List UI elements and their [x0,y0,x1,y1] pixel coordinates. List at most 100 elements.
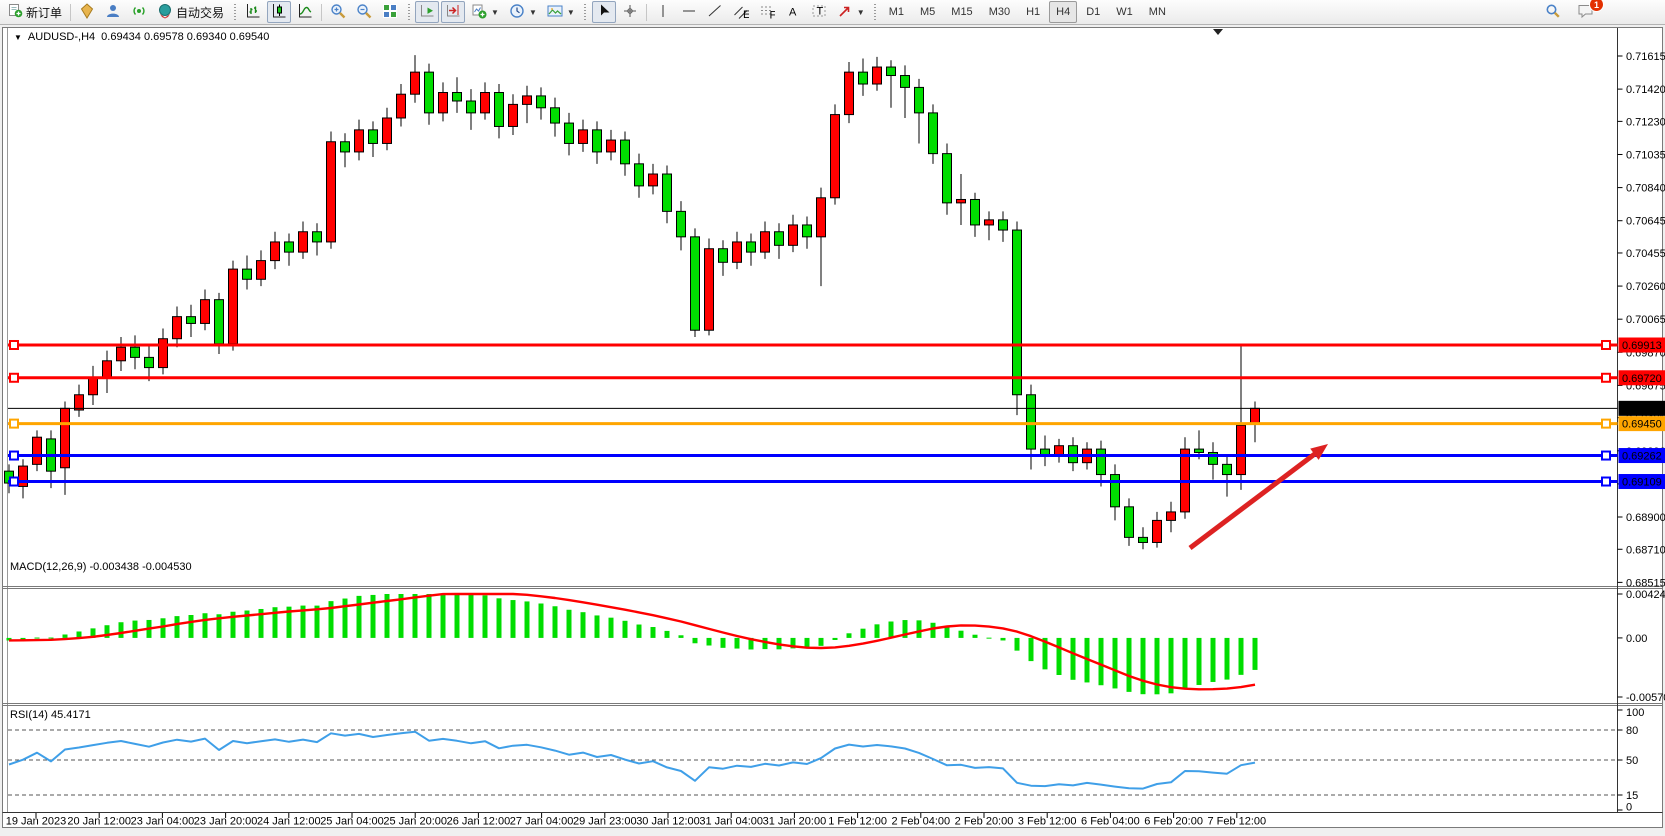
market-watch-button[interactable] [75,1,99,23]
arrows-tool-button[interactable]: ▼ [833,1,869,23]
price-label-text: 0.69913 [1622,340,1662,352]
candle [775,232,784,246]
price-label-text: 0.69109 [1622,477,1662,489]
macd-histogram-bar [49,638,54,639]
rsi-axis-label: 100 [1626,707,1644,719]
candle [523,96,532,104]
timeframe-button-m1[interactable]: M1 [882,1,911,23]
chart-shift-button[interactable] [441,1,465,23]
macd-histogram-bar [1113,638,1118,689]
price-tick-label: 0.71035 [1626,149,1665,161]
candle [355,130,364,152]
auto-scroll-button[interactable] [415,1,439,23]
macd-histogram-bar [987,638,992,639]
profile-icon [105,3,121,22]
cursor-tool-button[interactable] [592,1,616,23]
macd-histogram-bar [945,627,950,638]
macd-histogram-bar [1239,638,1244,675]
chart-title[interactable]: ▼ AUDUSD-,H4 0.69434 0.69578 0.69340 0.6… [14,31,269,43]
chat-button[interactable]: 1 [1573,1,1598,23]
line-handle [10,341,18,349]
new-chart-button[interactable]: ▼ [467,1,503,23]
candle [817,198,826,237]
channel-tool-button[interactable]: E [729,1,753,23]
vertical-line-tool-button[interactable] [651,1,675,23]
macd-histogram-bar [1197,638,1202,685]
line-handle [10,374,18,382]
timeframe-button-w1[interactable]: W1 [1109,1,1140,23]
crosshair-icon [622,3,638,22]
zoom-in-button[interactable] [326,1,350,23]
search-button[interactable] [1541,1,1565,23]
macd-histogram-bar [707,638,712,646]
candle [187,317,196,324]
channel-icon: E [733,3,749,22]
candle [943,154,952,203]
macd-histogram-bar [721,638,726,648]
macd-histogram-bar [539,604,544,638]
macd-histogram-bar [1029,638,1034,661]
chevron-down-icon: ▼ [491,8,499,17]
macd-histogram-bar [469,594,474,638]
zoom-out-button[interactable] [352,1,376,23]
toolbar-grip[interactable] [406,4,411,20]
chart-canvas[interactable]: 0.716150.714200.712300.710350.708400.706… [0,0,1665,836]
macd-histogram-bar [833,638,838,640]
candle [257,261,266,280]
toolbar-right-group: 1 [1540,1,1599,23]
timeframe-button-m5[interactable]: M5 [913,1,942,23]
time-tick-label: 30 Jan 12:00 [636,816,700,828]
toolbar-grip[interactable] [873,4,878,20]
timeframe-button-h1[interactable]: H1 [1019,1,1047,23]
time-tick-label: 23 Jan 20:00 [194,816,258,828]
macd-histogram-bar [175,616,180,638]
bar-chart-button[interactable] [241,1,265,23]
horizontal-line-tool-button[interactable] [677,1,701,23]
candlestick-chart-button[interactable] [267,1,291,23]
toolbar-grip[interactable] [232,4,237,20]
price-label-text: 0.69540 [1622,403,1662,415]
macd-histogram-bar [889,622,894,638]
toolbar-grip[interactable] [583,4,588,20]
fibonacci-tool-button[interactable]: F [755,1,779,23]
candle [341,142,350,152]
timeframe-button-mn[interactable]: MN [1142,1,1173,23]
candle [705,249,714,331]
trendline-tool-button[interactable] [703,1,727,23]
profile-button[interactable] [101,1,125,23]
fibonacci-icon: F [759,3,775,22]
time-tick-label: 23 Jan 04:00 [131,816,195,828]
candle [481,93,490,113]
macd-histogram-bar [1099,638,1104,685]
macd-histogram-bar [567,610,572,638]
timeframe-button-m15[interactable]: M15 [944,1,979,23]
text-tool-button[interactable]: A [781,1,805,23]
new-order-icon [8,3,23,21]
crosshair-tool-button[interactable] [618,1,642,23]
macd-histogram-bar [609,618,614,638]
macd-histogram-bar [455,594,460,638]
tile-windows-button[interactable] [378,1,402,23]
timeframe-button-h4[interactable]: H4 [1049,1,1077,23]
candle [677,211,686,236]
timeframe-button-m30[interactable]: M30 [982,1,1017,23]
timeframe-button-d1[interactable]: D1 [1079,1,1107,23]
period-menu-button[interactable]: ▼ [505,1,541,23]
candle [579,130,588,144]
macd-histogram-bar [581,612,586,638]
symbol-dropdown-icon[interactable]: ▼ [14,33,22,42]
candle [1139,537,1148,542]
price-tick-label: 0.70065 [1626,314,1665,326]
auto-trading-button[interactable]: 自动交易 [153,1,228,23]
search-icon [1545,3,1561,22]
line-handle [1602,420,1610,428]
templates-button[interactable]: ▼ [543,1,579,23]
line-chart-button[interactable] [293,1,317,23]
signals-button[interactable] [127,1,151,23]
line-chart-icon [297,3,313,22]
candle [229,269,238,344]
text-label-tool-button[interactable]: T [807,1,831,23]
candle [425,72,434,113]
chevron-down-icon: ▼ [857,8,865,17]
new-order-button[interactable]: 新订单 [4,1,66,23]
